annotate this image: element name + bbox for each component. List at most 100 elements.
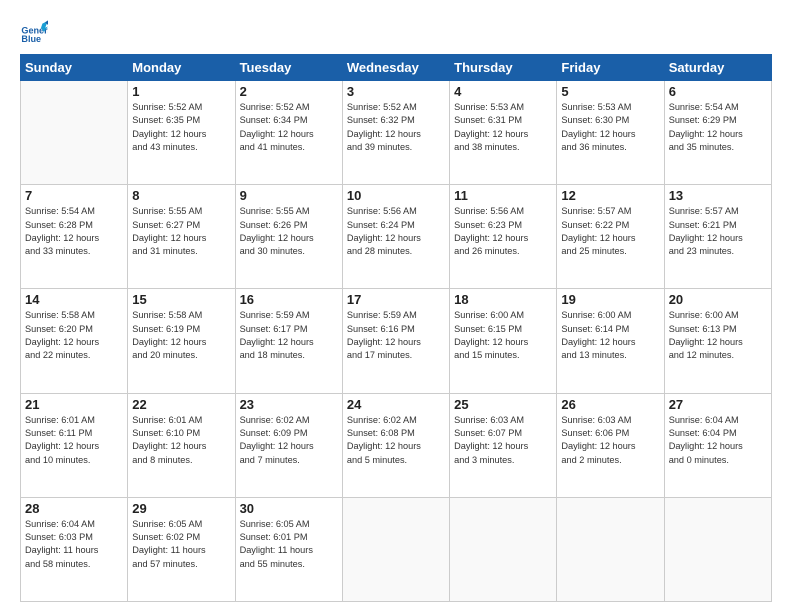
calendar-cell: 16 Sunrise: 5:59 AM Sunset: 6:17 PM Dayli…: [235, 289, 342, 393]
day-number: 28: [25, 501, 123, 516]
calendar-cell: 19 Sunrise: 6:00 AM Sunset: 6:14 PM Dayli…: [557, 289, 664, 393]
weekday-header: Wednesday: [342, 55, 449, 81]
day-number: 23: [240, 397, 338, 412]
weekday-header: Friday: [557, 55, 664, 81]
day-number: 25: [454, 397, 552, 412]
day-number: 7: [25, 188, 123, 203]
calendar-cell: 3Sunrise: 5:52 AM Sunset: 6:32 PM Daylig…: [342, 81, 449, 185]
calendar-cell: 25 Sunrise: 6:03 AM Sunset: 6:07 PM Dayli…: [450, 393, 557, 497]
calendar-cell: 30 Sunrise: 6:05 AM Sunset: 6:01 PM Dayli…: [235, 497, 342, 601]
day-info: Sunrise: 6:01 AM Sunset: 6:10 PM Dayligh…: [132, 414, 230, 467]
day-info: Sunrise: 5:55 AM Sunset: 6:26 PM Dayligh…: [240, 205, 338, 258]
day-info: Sunrise: 5:58 AM Sunset: 6:20 PM Dayligh…: [25, 309, 123, 362]
day-number: 8: [132, 188, 230, 203]
day-info: Sunrise: 5:58 AM Sunset: 6:19 PM Dayligh…: [132, 309, 230, 362]
day-number: 5: [561, 84, 659, 99]
calendar-week-row: 1 Sunrise: 5:52 AM Sunset: 6:35 PM Daylig…: [21, 81, 772, 185]
weekday-header: Tuesday: [235, 55, 342, 81]
calendar-week-row: 21Sunrise: 6:01 AM Sunset: 6:11 PM Dayli…: [21, 393, 772, 497]
calendar-cell: 29Sunrise: 6:05 AM Sunset: 6:02 PM Dayli…: [128, 497, 235, 601]
day-info: Sunrise: 5:52 AM Sunset: 6:34 PM Dayligh…: [240, 101, 338, 154]
weekday-header: Saturday: [664, 55, 771, 81]
day-info: Sunrise: 5:54 AM Sunset: 6:29 PM Dayligh…: [669, 101, 767, 154]
calendar-cell: 2 Sunrise: 5:52 AM Sunset: 6:34 PM Daylig…: [235, 81, 342, 185]
day-number: 20: [669, 292, 767, 307]
calendar-cell: [450, 497, 557, 601]
header: General Blue: [20, 18, 772, 46]
calendar-cell: 9 Sunrise: 5:55 AM Sunset: 6:26 PM Daylig…: [235, 185, 342, 289]
svg-text:Blue: Blue: [21, 34, 41, 44]
logo-icon: General Blue: [20, 18, 48, 46]
day-number: 16: [240, 292, 338, 307]
calendar-cell: 7 Sunrise: 5:54 AM Sunset: 6:28 PM Daylig…: [21, 185, 128, 289]
calendar-cell: 5 Sunrise: 5:53 AM Sunset: 6:30 PM Daylig…: [557, 81, 664, 185]
weekday-header: Thursday: [450, 55, 557, 81]
calendar-week-row: 28Sunrise: 6:04 AM Sunset: 6:03 PM Dayli…: [21, 497, 772, 601]
day-number: 13: [669, 188, 767, 203]
calendar-cell: [664, 497, 771, 601]
day-info: Sunrise: 6:05 AM Sunset: 6:01 PM Dayligh…: [240, 518, 338, 571]
day-number: 15: [132, 292, 230, 307]
day-number: 12: [561, 188, 659, 203]
calendar-cell: 10Sunrise: 5:56 AM Sunset: 6:24 PM Dayli…: [342, 185, 449, 289]
calendar-cell: 22Sunrise: 6:01 AM Sunset: 6:10 PM Dayli…: [128, 393, 235, 497]
day-number: 26: [561, 397, 659, 412]
day-number: 9: [240, 188, 338, 203]
weekday-header: Sunday: [21, 55, 128, 81]
day-info: Sunrise: 6:03 AM Sunset: 6:07 PM Dayligh…: [454, 414, 552, 467]
day-number: 2: [240, 84, 338, 99]
calendar-cell: 4 Sunrise: 5:53 AM Sunset: 6:31 PM Daylig…: [450, 81, 557, 185]
day-info: Sunrise: 5:57 AM Sunset: 6:22 PM Dayligh…: [561, 205, 659, 258]
logo: General Blue: [20, 18, 48, 46]
calendar-cell: 13 Sunrise: 5:57 AM Sunset: 6:21 PM Dayli…: [664, 185, 771, 289]
day-info: Sunrise: 5:59 AM Sunset: 6:16 PM Dayligh…: [347, 309, 445, 362]
day-info: Sunrise: 5:57 AM Sunset: 6:21 PM Dayligh…: [669, 205, 767, 258]
weekday-header: Monday: [128, 55, 235, 81]
calendar-cell: 18 Sunrise: 6:00 AM Sunset: 6:15 PM Dayli…: [450, 289, 557, 393]
day-number: 1: [132, 84, 230, 99]
calendar-cell: 28Sunrise: 6:04 AM Sunset: 6:03 PM Dayli…: [21, 497, 128, 601]
day-info: Sunrise: 5:56 AM Sunset: 6:23 PM Dayligh…: [454, 205, 552, 258]
calendar-cell: [342, 497, 449, 601]
calendar-cell: 20 Sunrise: 6:00 AM Sunset: 6:13 PM Dayli…: [664, 289, 771, 393]
day-info: Sunrise: 5:52 AM Sunset: 6:35 PM Dayligh…: [132, 101, 230, 154]
calendar-cell: 17 Sunrise: 5:59 AM Sunset: 6:16 PM Dayli…: [342, 289, 449, 393]
calendar-cell: 12 Sunrise: 5:57 AM Sunset: 6:22 PM Dayli…: [557, 185, 664, 289]
day-info: Sunrise: 6:04 AM Sunset: 6:04 PM Dayligh…: [669, 414, 767, 467]
day-info: Sunrise: 5:53 AM Sunset: 6:30 PM Dayligh…: [561, 101, 659, 154]
day-info: Sunrise: 6:00 AM Sunset: 6:14 PM Dayligh…: [561, 309, 659, 362]
day-info: Sunrise: 6:00 AM Sunset: 6:13 PM Dayligh…: [669, 309, 767, 362]
day-info: Sunrise: 6:00 AM Sunset: 6:15 PM Dayligh…: [454, 309, 552, 362]
day-number: 24: [347, 397, 445, 412]
day-info: Sunrise: 5:53 AM Sunset: 6:31 PM Dayligh…: [454, 101, 552, 154]
day-info: Sunrise: 5:52 AM Sunset: 6:32 PM Dayligh…: [347, 101, 445, 154]
day-info: Sunrise: 6:02 AM Sunset: 6:09 PM Dayligh…: [240, 414, 338, 467]
calendar-cell: 27Sunrise: 6:04 AM Sunset: 6:04 PM Dayli…: [664, 393, 771, 497]
calendar-cell: 14Sunrise: 5:58 AM Sunset: 6:20 PM Dayli…: [21, 289, 128, 393]
calendar-cell: 8 Sunrise: 5:55 AM Sunset: 6:27 PM Daylig…: [128, 185, 235, 289]
day-info: Sunrise: 5:59 AM Sunset: 6:17 PM Dayligh…: [240, 309, 338, 362]
day-info: Sunrise: 5:55 AM Sunset: 6:27 PM Dayligh…: [132, 205, 230, 258]
calendar-cell: [557, 497, 664, 601]
day-info: Sunrise: 5:56 AM Sunset: 6:24 PM Dayligh…: [347, 205, 445, 258]
day-number: 19: [561, 292, 659, 307]
day-number: 29: [132, 501, 230, 516]
day-number: 30: [240, 501, 338, 516]
page: General Blue SundayMondayTuesdayWednesda…: [0, 0, 792, 612]
day-number: 21: [25, 397, 123, 412]
day-info: Sunrise: 5:54 AM Sunset: 6:28 PM Dayligh…: [25, 205, 123, 258]
calendar-cell: 23 Sunrise: 6:02 AM Sunset: 6:09 PM Dayli…: [235, 393, 342, 497]
day-number: 17: [347, 292, 445, 307]
day-info: Sunrise: 6:03 AM Sunset: 6:06 PM Dayligh…: [561, 414, 659, 467]
calendar-table: SundayMondayTuesdayWednesdayThursdayFrid…: [20, 54, 772, 602]
day-number: 18: [454, 292, 552, 307]
calendar-cell: 26 Sunrise: 6:03 AM Sunset: 6:06 PM Dayli…: [557, 393, 664, 497]
calendar-cell: 21Sunrise: 6:01 AM Sunset: 6:11 PM Dayli…: [21, 393, 128, 497]
weekday-header-row: SundayMondayTuesdayWednesdayThursdayFrid…: [21, 55, 772, 81]
day-number: 4: [454, 84, 552, 99]
calendar-cell: 24Sunrise: 6:02 AM Sunset: 6:08 PM Dayli…: [342, 393, 449, 497]
day-number: 11: [454, 188, 552, 203]
calendar-cell: 15 Sunrise: 5:58 AM Sunset: 6:19 PM Dayli…: [128, 289, 235, 393]
day-number: 6: [669, 84, 767, 99]
calendar-cell: 6 Sunrise: 5:54 AM Sunset: 6:29 PM Daylig…: [664, 81, 771, 185]
